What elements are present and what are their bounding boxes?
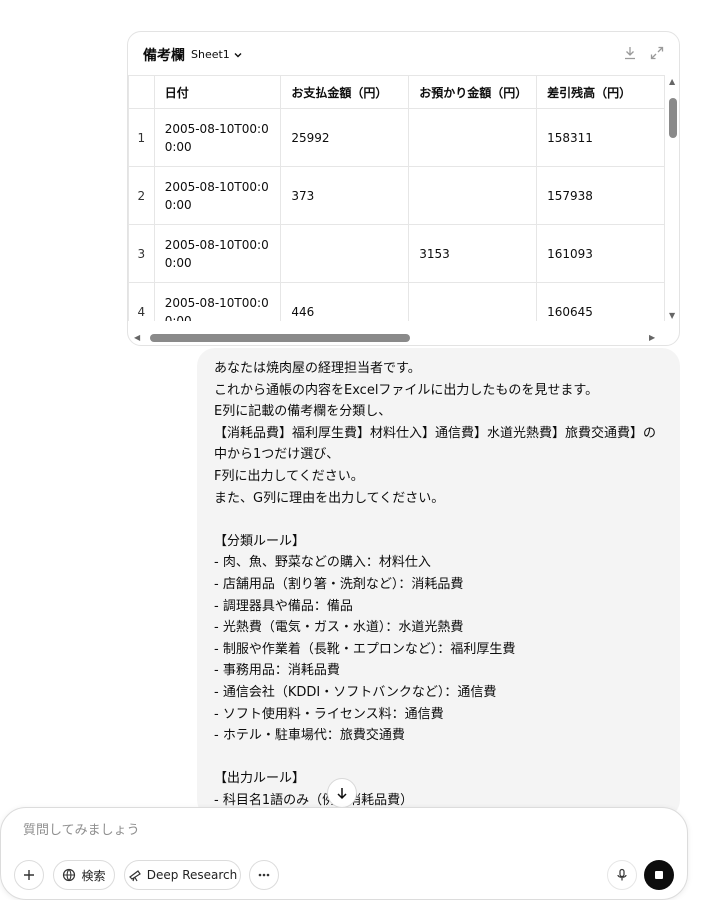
message-line: これから通帳の内容をExcelファイルに出力したものを見せます。 bbox=[214, 382, 599, 398]
horizontal-scroll-thumb[interactable] bbox=[150, 334, 410, 342]
message-line: 【消耗品費】福利厚生費】材料仕入】通信費】水道光熱費】旅費交通費】の bbox=[214, 425, 657, 441]
search-button-label: 検索 bbox=[81, 868, 106, 883]
more-tools-button[interactable] bbox=[249, 860, 279, 890]
chat-view: 備考欄 Sheet1 日付 お支払金額（円） お預かり金額（円） 差引残高（円）… bbox=[0, 0, 703, 900]
balance-cell[interactable]: 160645 bbox=[536, 282, 665, 321]
arrow-down-icon bbox=[337, 788, 347, 800]
column-header[interactable]: お支払金額（円） bbox=[280, 75, 410, 109]
deposit-cell[interactable] bbox=[408, 282, 538, 321]
spreadsheet-table: 日付 お支払金額（円） お預かり金額（円） 差引残高（円） 1 2005-08-… bbox=[128, 75, 665, 321]
scroll-up-arrow-icon[interactable]: ▲ bbox=[669, 77, 675, 86]
row-number: 3 bbox=[128, 224, 155, 283]
globe-icon bbox=[63, 868, 76, 882]
prompt-input[interactable] bbox=[23, 823, 583, 838]
corner-cell bbox=[128, 75, 155, 109]
scroll-to-bottom-button[interactable] bbox=[327, 778, 357, 808]
message-line: また、G列に理由を出力してください。 bbox=[214, 490, 445, 506]
search-button[interactable]: 検索 bbox=[53, 860, 115, 890]
deep-research-label: Deep Research bbox=[146, 868, 238, 882]
message-line: F列に出力してください。 bbox=[214, 468, 364, 484]
scroll-right-arrow-icon[interactable]: ▶ bbox=[649, 333, 655, 342]
date-cell[interactable]: 2005-08-10T00:00:00 bbox=[153, 282, 282, 321]
row-number: 4 bbox=[128, 282, 155, 321]
deposit-cell[interactable] bbox=[408, 108, 538, 167]
more-icon bbox=[258, 873, 270, 877]
voice-input-button[interactable] bbox=[607, 860, 637, 890]
table-row: 4 2005-08-10T00:00:00 446 160645 bbox=[128, 282, 665, 321]
stop-icon bbox=[655, 871, 663, 879]
chevron-down-icon bbox=[234, 52, 242, 57]
spreadsheet-grid: 日付 お支払金額（円） お預かり金額（円） 差引残高（円） 1 2005-08-… bbox=[128, 75, 665, 321]
column-header[interactable]: 差引残高（円） bbox=[536, 75, 665, 109]
spreadsheet-card: 備考欄 Sheet1 日付 お支払金額（円） お預かり金額（円） 差引残高（円）… bbox=[127, 31, 680, 346]
payment-cell[interactable]: 25992 bbox=[280, 108, 410, 167]
column-header[interactable]: 日付 bbox=[153, 75, 282, 109]
deposit-cell[interactable] bbox=[408, 166, 538, 225]
balance-cell[interactable]: 157938 bbox=[536, 166, 665, 225]
message-line: 【出力ルール】 bbox=[214, 771, 306, 787]
user-message-bubble: あなたは焼肉屋の経理担当者です。 これから通帳の内容をExcelファイルに出力し… bbox=[197, 348, 680, 818]
message-line bbox=[214, 747, 680, 769]
spreadsheet-header: 備考欄 Sheet1 bbox=[128, 32, 679, 75]
plus-icon bbox=[24, 870, 34, 880]
add-button[interactable] bbox=[14, 860, 44, 890]
balance-cell[interactable]: 158311 bbox=[536, 108, 665, 167]
payment-cell[interactable] bbox=[280, 224, 410, 283]
message-line: - 通信会社（KDDI・ソフトバンクなど）：通信費 bbox=[214, 684, 497, 700]
sheet-title: 備考欄 bbox=[143, 48, 185, 64]
sheet-selector[interactable]: Sheet1 bbox=[191, 48, 243, 61]
message-line: - ソフト使用料・ライセンス料：通信費 bbox=[214, 706, 444, 722]
message-line: - 肉、魚、野菜などの購入：材料仕入 bbox=[214, 555, 431, 571]
message-line: E列に記載の備考欄を分類し、 bbox=[214, 404, 392, 420]
message-line: - 制服や作業着（長靴・エプロンなど）：福利厚生費 bbox=[214, 641, 516, 657]
vertical-scroll-thumb[interactable] bbox=[669, 98, 677, 138]
date-cell[interactable]: 2005-08-10T00:00:00 bbox=[153, 224, 282, 283]
balance-cell[interactable]: 161093 bbox=[536, 224, 665, 283]
sheet-name-label: Sheet1 bbox=[191, 48, 230, 61]
header-row: 日付 お支払金額（円） お預かり金額（円） 差引残高（円） bbox=[128, 75, 665, 109]
column-header[interactable]: お預かり金額（円） bbox=[408, 75, 538, 109]
vertical-scrollbar[interactable]: ▲ ▼ bbox=[665, 75, 679, 321]
scroll-down-arrow-icon[interactable]: ▼ bbox=[669, 311, 675, 320]
message-line: - 店舗用品（割り箸・洗剤など）：消耗品費 bbox=[214, 576, 464, 592]
message-line: - ホテル・駐車場代：旅費交通費 bbox=[214, 728, 405, 744]
message-line: あなたは焼肉屋の経理担当者です。 bbox=[214, 361, 421, 376]
table-row: 2 2005-08-10T00:00:00 373 157938 bbox=[128, 166, 665, 225]
expand-icon[interactable] bbox=[649, 45, 665, 61]
scroll-left-arrow-icon[interactable]: ◀ bbox=[134, 333, 140, 342]
row-number: 1 bbox=[128, 108, 155, 167]
message-line: - 調理器具や備品：備品 bbox=[214, 598, 353, 614]
message-line: - 事務用品：消耗品費 bbox=[214, 663, 340, 679]
row-number: 2 bbox=[128, 166, 155, 225]
message-line: - 光熱費（電気・ガス・水道）：水道光熱費 bbox=[214, 620, 464, 636]
payment-cell[interactable]: 373 bbox=[280, 166, 410, 225]
stop-button[interactable] bbox=[644, 860, 674, 890]
deposit-cell[interactable]: 3153 bbox=[408, 224, 538, 283]
date-cell[interactable]: 2005-08-10T00:00:00 bbox=[153, 166, 282, 225]
table-row: 3 2005-08-10T00:00:00 3153 161093 bbox=[128, 224, 665, 283]
message-line bbox=[214, 509, 680, 531]
download-icon[interactable] bbox=[622, 45, 638, 61]
telescope-icon bbox=[128, 870, 141, 882]
payment-cell[interactable]: 446 bbox=[280, 282, 410, 321]
deep-research-button[interactable]: Deep Research bbox=[124, 860, 241, 890]
message-line: 中から1つだけ選び、 bbox=[214, 447, 340, 463]
date-cell[interactable]: 2005-08-10T00:00:00 bbox=[153, 108, 282, 167]
composer: 検索 Deep Research bbox=[0, 807, 688, 900]
message-line: 【分類ルール】 bbox=[214, 533, 306, 549]
horizontal-scrollbar[interactable]: ◀ ▶ bbox=[128, 330, 665, 345]
table-row: 1 2005-08-10T00:00:00 25992 158311 bbox=[128, 108, 665, 167]
microphone-icon bbox=[617, 868, 627, 881]
